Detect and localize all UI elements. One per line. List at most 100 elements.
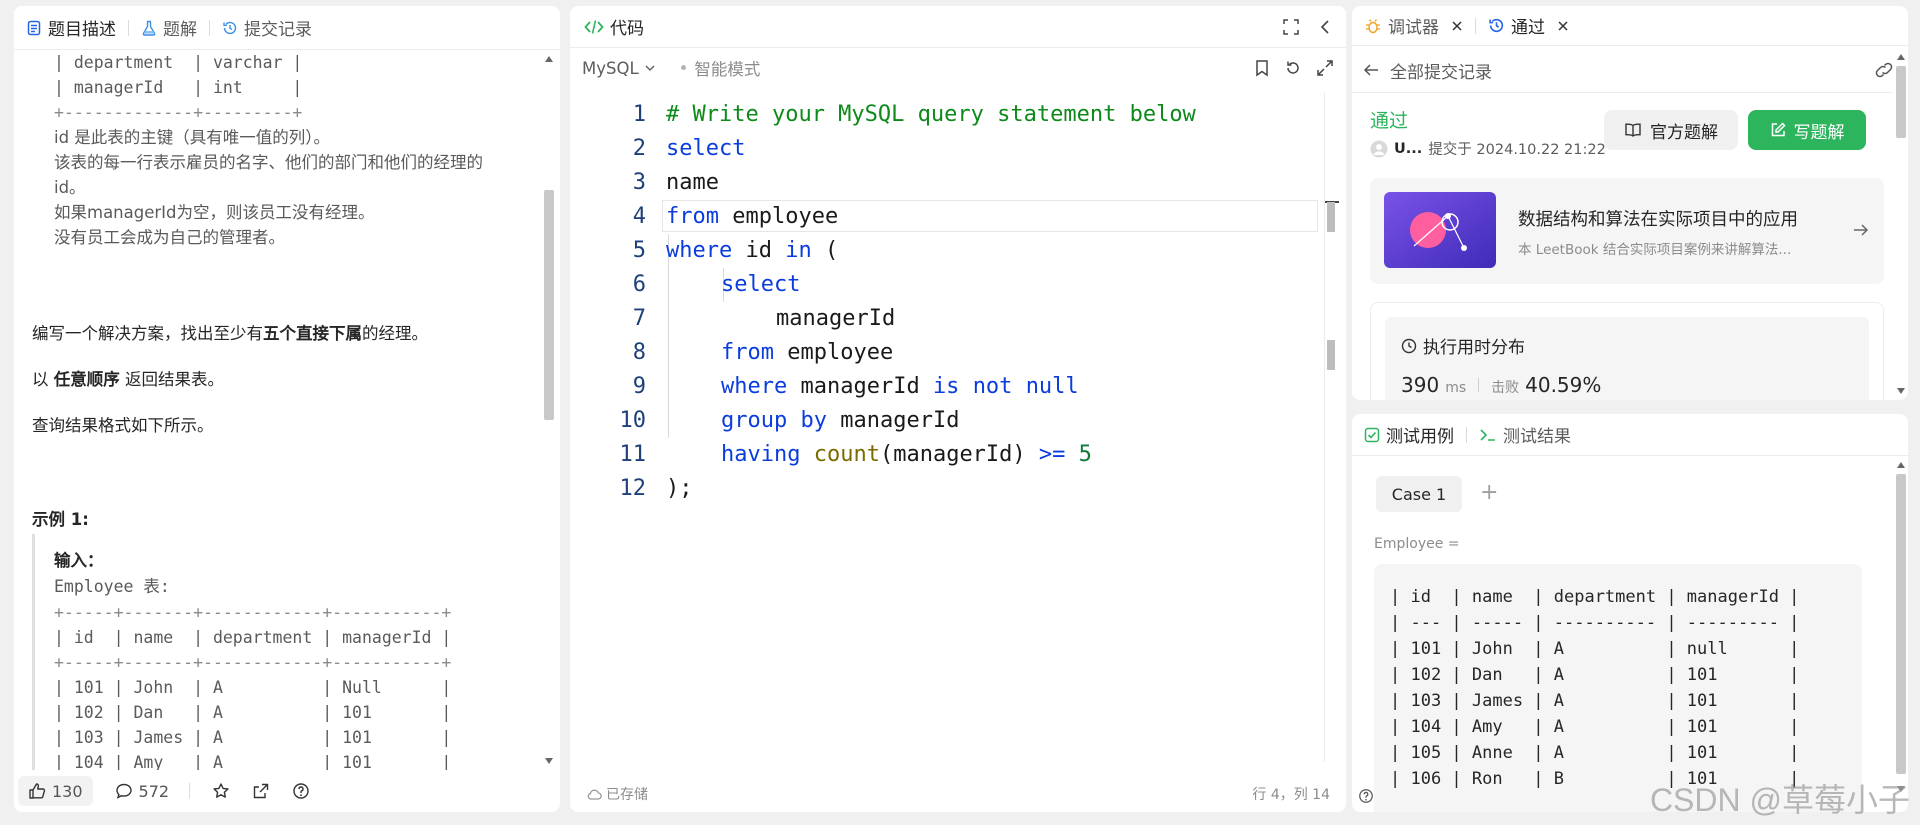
tab-solutions-label: 题解 — [163, 20, 197, 40]
tab-description[interactable]: 题目描述 — [26, 15, 116, 40]
thumbs-up-icon — [28, 782, 46, 800]
example-line: | 104 | Amy | A | 101 | — [54, 753, 452, 770]
book-icon — [1624, 122, 1642, 138]
share-button[interactable] — [252, 782, 270, 800]
favorite-button[interactable] — [212, 782, 230, 800]
task-prefix: 编写一个解决方案，找出至少有 — [32, 324, 263, 343]
language-select[interactable]: MySQL — [582, 59, 657, 78]
testcase-scrollbar[interactable] — [1894, 458, 1908, 798]
stat-divider — [1478, 378, 1480, 392]
runtime-title-label: 执行用时分布 — [1423, 338, 1525, 358]
tab-debugger[interactable]: 调试器 — [1364, 13, 1463, 38]
comments-button[interactable]: 572 — [115, 782, 169, 801]
example-quote-bar — [32, 534, 35, 770]
table-row: | 104 | Amy | A | 101 | — [1390, 717, 1800, 737]
order-prefix: 以 — [32, 370, 54, 389]
description-footer: 130 572 — [14, 770, 560, 812]
link-icon[interactable] — [1874, 62, 1894, 78]
tab-testcases[interactable]: 测试用例 — [1364, 422, 1454, 447]
tab-test-results[interactable]: 测试结果 — [1479, 422, 1571, 447]
desc-line: id。 — [54, 178, 86, 197]
arrow-left-icon — [1362, 62, 1380, 78]
order-bold: 任意顺序 — [53, 370, 120, 389]
write-solution-button[interactable]: 写题解 — [1748, 110, 1866, 150]
smart-mode-toggle[interactable]: 智能模式 — [694, 56, 760, 80]
line-number: 12 — [619, 476, 647, 501]
leetbook-card[interactable]: 数据结构和算法在实际项目中的应用 本 LeetBook 结合实际项目案例来讲解算… — [1370, 178, 1884, 284]
input-label: 输入： — [54, 551, 104, 570]
example-line: | 101 | John | A | Null | — [54, 678, 452, 697]
help-button[interactable] — [292, 782, 310, 800]
tab-divider — [209, 19, 210, 36]
code-line-12: ); — [666, 476, 693, 501]
desc-line: 没有员工会成为自己的管理者。 — [54, 228, 285, 247]
star-icon — [212, 782, 230, 800]
line-number: 5 — [632, 238, 646, 263]
beats-label: 击败 — [1491, 380, 1520, 396]
leetbook-subtitle: 本 LeetBook 结合实际项目案例来讲解算法... — [1518, 242, 1792, 258]
result-scrollbar[interactable] — [1894, 50, 1908, 400]
line-number: 7 — [632, 306, 646, 331]
fullscreen-icon[interactable] — [1282, 18, 1300, 36]
line-number: 2 — [632, 136, 646, 161]
code-line-10: group by managerId — [721, 408, 960, 433]
task-bold: 五个直接下属 — [263, 324, 362, 343]
code-toolbar: MySQL • 智能模式 — [570, 48, 1346, 88]
code-line-1: # Write your MySQL query statement below — [666, 102, 1196, 127]
variable-label: Employee = — [1374, 536, 1460, 552]
reset-icon[interactable] — [1284, 59, 1302, 77]
username[interactable]: U... — [1394, 141, 1422, 157]
terminal-icon — [1479, 427, 1497, 443]
example-title: 示例 1: — [32, 510, 89, 529]
tab-submissions[interactable]: 提交记录 — [222, 15, 312, 40]
tab-submissions-label: 提交记录 — [244, 20, 312, 40]
code-title: 代码 — [610, 19, 644, 39]
close-icon[interactable] — [1557, 20, 1569, 32]
share-icon — [252, 782, 270, 800]
desc-line: id 是此表的主键（具有唯一值的列）。 — [54, 128, 331, 147]
runtime-title: 执行用时分布 — [1401, 333, 1525, 358]
bookmark-icon[interactable] — [1254, 59, 1270, 77]
performance-section: 执行用时分布 390 ms 击败 40.59% — [1370, 302, 1884, 400]
tab-solutions[interactable]: 题解 — [141, 15, 197, 40]
close-icon[interactable] — [1451, 20, 1463, 32]
code-line-6: select — [721, 272, 801, 297]
testcase-panel: 测试用例 测试结果 Case 1 + Employee = | id | nam… — [1352, 414, 1908, 812]
order-suffix: 返回结果表。 — [119, 370, 224, 389]
back-to-submissions[interactable]: 全部提交记录 — [1362, 50, 1492, 90]
code-panel: 代码 MySQL • 智能模式 1 2 3 4 5 6 7 8 9 10 11 … — [570, 6, 1346, 812]
tab-debugger-label: 调试器 — [1388, 18, 1439, 38]
line-number: 1 — [632, 102, 646, 127]
tab-accepted[interactable]: 通过 — [1488, 13, 1569, 38]
task-statement: 编写一个解决方案，找出至少有五个直接下属的经理。 — [32, 320, 428, 344]
table-row: | 103 | James | A | 101 | — [1390, 691, 1800, 711]
add-case-icon[interactable]: + — [1480, 480, 1498, 505]
history-icon — [1488, 17, 1505, 34]
save-status-label: 已存储 — [606, 787, 648, 803]
table-row: | 102 | Dan | A | 101 | — [1390, 665, 1800, 685]
back-label: 全部提交记录 — [1390, 62, 1492, 83]
footer-divider — [189, 783, 191, 799]
example-line: +-----+-------+------------+-----------+ — [54, 603, 452, 622]
code-line-5: where id in ( — [666, 238, 839, 263]
line-number: 8 — [632, 340, 646, 365]
schema-line: +-------------+---------+ — [54, 103, 303, 122]
cloud-icon — [586, 788, 602, 800]
collapse-chevron-icon[interactable] — [1318, 18, 1332, 36]
editor-scrollbar[interactable] — [1324, 92, 1339, 762]
leetbook-title: 数据结构和算法在实际项目中的应用 — [1518, 210, 1798, 230]
write-solution-label: 写题解 — [1793, 122, 1845, 143]
save-status: 已存储 — [586, 784, 648, 804]
expand-icon[interactable] — [1316, 59, 1334, 77]
testcase-tabbar: 测试用例 测试结果 — [1352, 414, 1908, 456]
example-line: | id | name | department | managerId | — [54, 628, 452, 647]
code-editor[interactable]: 1 2 3 4 5 6 7 8 9 10 11 12 # Write your … — [570, 98, 1326, 758]
arrow-right-icon — [1852, 222, 1870, 238]
official-solution-button[interactable]: 官方题解 — [1604, 110, 1738, 150]
description-scrollbar[interactable] — [542, 50, 556, 770]
comment-icon — [115, 782, 133, 800]
help-icon[interactable] — [1358, 788, 1374, 804]
like-button[interactable]: 130 — [18, 776, 93, 806]
result-panel: 调试器 通过 全部提交记录 通过 U... 提交于 2024.10.22 21:… — [1352, 6, 1908, 400]
case-tab[interactable]: Case 1 — [1376, 476, 1462, 512]
